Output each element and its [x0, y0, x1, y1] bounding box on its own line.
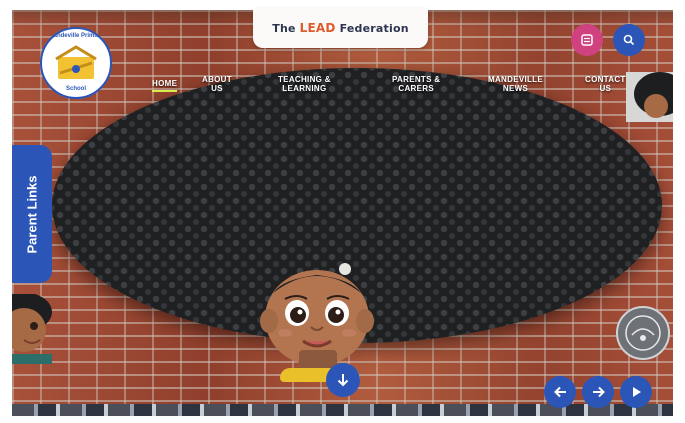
nav-parents-carers[interactable]: PARENTS & CARERS [392, 75, 440, 93]
page: The LEAD Federation Mandeville Primary S… [0, 0, 685, 423]
animated-round-badge [616, 306, 670, 360]
search-button[interactable] [613, 24, 645, 56]
parent-links-label: Parent Links [24, 174, 40, 254]
menu-button[interactable] [571, 24, 603, 56]
arrow-left-icon [553, 386, 566, 398]
main-navigation: HOME ABOUT US TEACHING & LEARNING PARENT… [148, 73, 648, 99]
federation-prefix: The [272, 22, 296, 35]
thumbnail-filmstrip[interactable] [12, 404, 673, 416]
side-child-illustration [12, 294, 52, 364]
parent-links-tab[interactable]: Parent Links [12, 145, 52, 283]
nav-contact-us[interactable]: CONTACT US [585, 75, 626, 93]
nav-home[interactable]: HOME [152, 79, 178, 92]
play-icon [632, 387, 641, 397]
school-logo[interactable]: Mandeville Primary School [40, 27, 112, 99]
federation-title: The LEAD Federation [272, 21, 409, 35]
nav-about-us-line2: US [211, 84, 223, 93]
nav-teaching-learning[interactable]: TEACHING & LEARNING [278, 75, 331, 93]
nav-contact-line2: US [599, 84, 612, 93]
badge-graphic-icon [625, 315, 661, 351]
nav-teaching-line2: LEARNING [282, 84, 327, 93]
menu-icon [581, 34, 593, 46]
arrow-right-icon [592, 386, 605, 398]
nav-teaching-line1: TEACHING & [278, 75, 331, 84]
slide-next-button[interactable] [582, 376, 614, 408]
nav-home-label: HOME [152, 79, 178, 88]
nav-parents-line1: PARENTS & [392, 75, 441, 84]
nav-mandeville-news[interactable]: MANDEVILLE NEWS [488, 75, 543, 93]
slide-previous-button[interactable] [544, 376, 576, 408]
scroll-down-button[interactable] [326, 363, 360, 397]
nav-news-line1: MANDEVILLE [488, 75, 543, 84]
arrow-down-icon [337, 374, 349, 387]
federation-suffix: Federation [339, 22, 409, 35]
nav-contact-line1: CONTACT [585, 75, 626, 84]
school-crest-icon [55, 45, 97, 79]
search-icon [623, 34, 635, 46]
logo-ring-bottom-text: School [65, 86, 86, 92]
nav-news-line2: NEWS [502, 84, 529, 93]
nav-about-us-line1: ABOUT [202, 75, 232, 84]
federation-banner[interactable]: The LEAD Federation [253, 8, 428, 48]
federation-lead: LEAD [299, 21, 336, 35]
logo-ring-top-text: Mandeville Primary [48, 33, 104, 39]
nav-parents-line2: CARERS [398, 84, 434, 93]
nav-about-us[interactable]: ABOUT US [202, 75, 232, 93]
slideshow-play-button[interactable] [620, 376, 652, 408]
